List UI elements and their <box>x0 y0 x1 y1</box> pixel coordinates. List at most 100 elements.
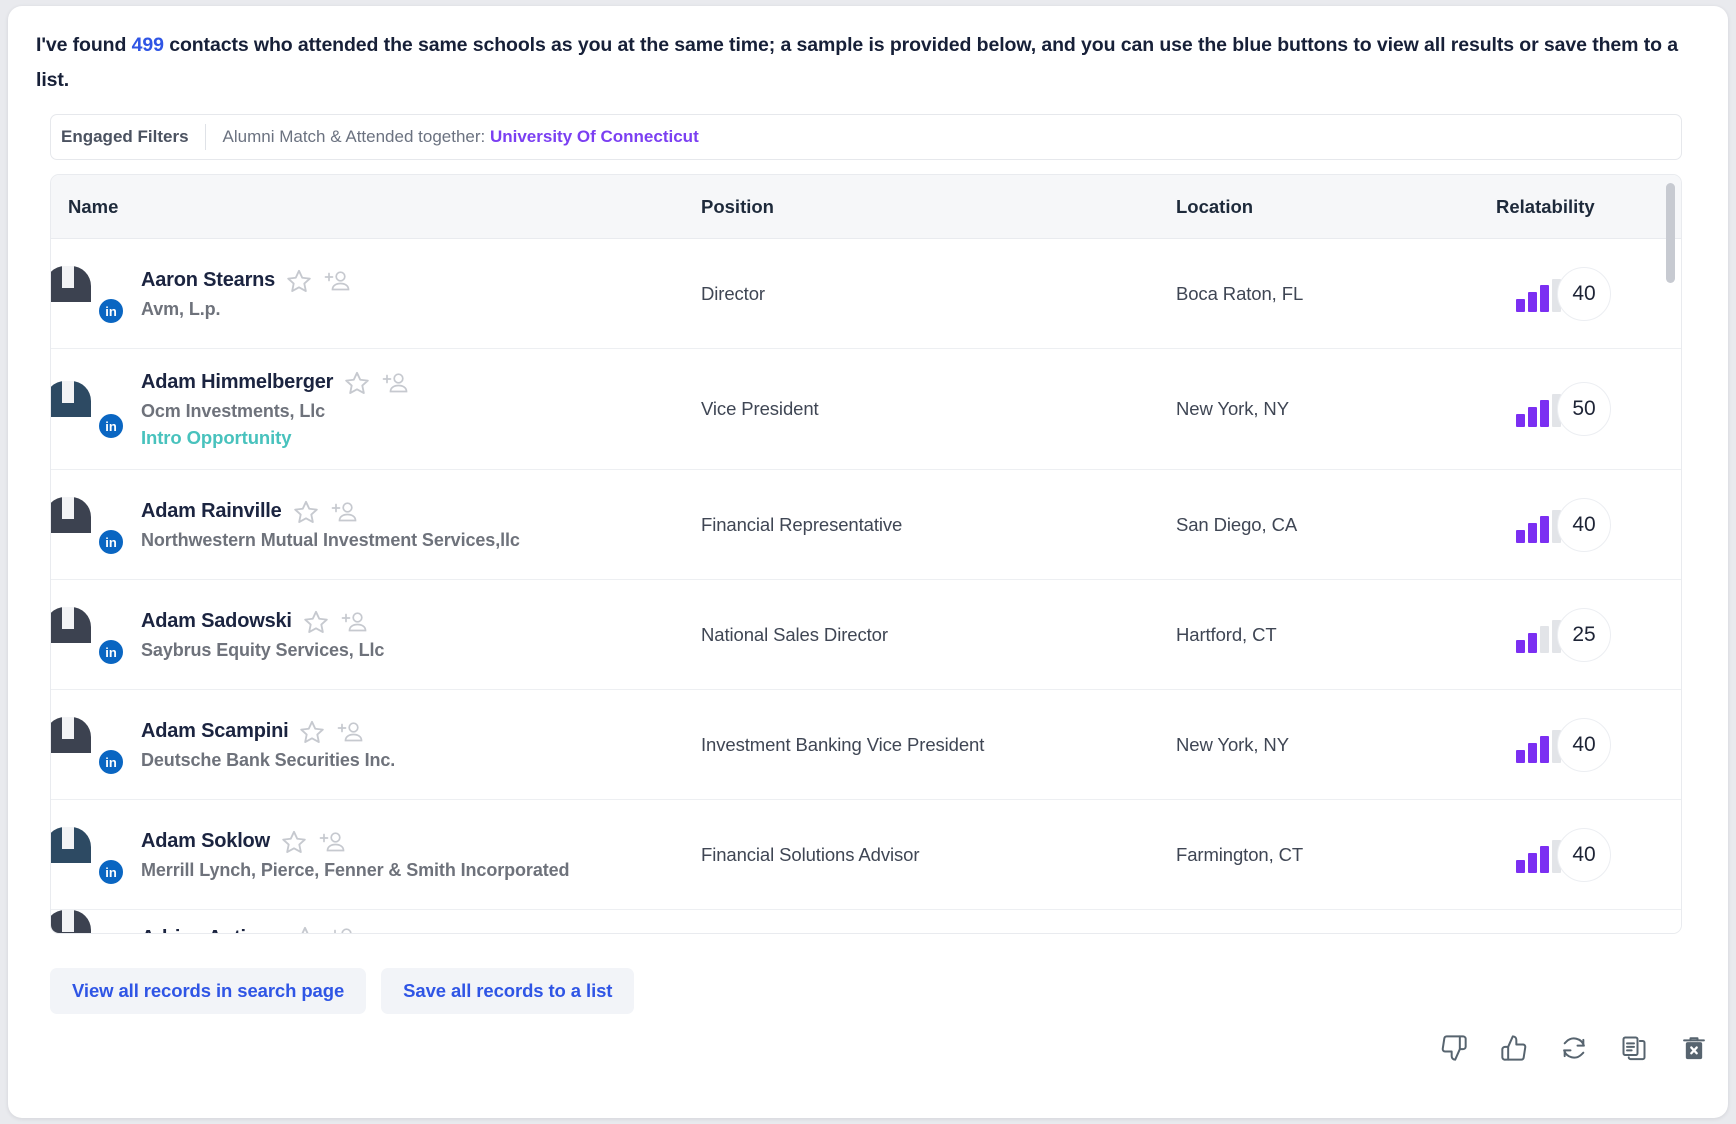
relatability-score: 50 <box>1557 382 1611 436</box>
relatability-bar <box>1516 298 1525 312</box>
relatability-bar <box>1528 632 1537 653</box>
position-cell: Financial Representative <box>701 513 903 535</box>
contact-name[interactable]: Adam Scampini <box>141 720 289 743</box>
table-row[interactable]: in Adam Rainville Northwestern Mutual Inve… <box>51 470 1681 580</box>
table-scrollbar[interactable] <box>1666 183 1675 927</box>
person-info: Adam Rainville Northwestern Mutual Invest… <box>141 499 520 551</box>
person-info: Adrian Antioco <box>141 925 357 934</box>
star-icon[interactable] <box>293 499 319 525</box>
contact-name[interactable]: Adam Sadowski <box>141 610 292 633</box>
column-header-relatability: Relatability <box>1496 195 1595 217</box>
add-person-icon[interactable] <box>330 499 358 525</box>
position-cell: Investment Banking Vice President <box>701 733 985 755</box>
person-name-row: Adam Sadowski <box>141 609 384 635</box>
column-header-name: Name <box>68 195 119 217</box>
relatability-cell: 50 <box>1496 382 1666 436</box>
thumbs-down-icon[interactable] <box>1440 1034 1468 1062</box>
add-person-icon[interactable] <box>336 719 364 745</box>
avatar: in <box>51 496 124 555</box>
person-info: Adam Soklow Merrill Lynch, Pierce, Fenner… <box>141 829 570 881</box>
relatability-bar <box>1540 845 1549 873</box>
relatability-bar <box>1516 639 1525 653</box>
person-name-row: Adam Soklow <box>141 829 569 855</box>
relatability-cell: 40 <box>1496 827 1666 882</box>
linkedin-badge-icon[interactable]: in <box>98 528 124 555</box>
relatability-cell: 40 <box>1496 266 1666 321</box>
add-person-icon[interactable] <box>318 829 346 855</box>
relatability-score: 40 <box>1557 827 1611 882</box>
relatability-cell: 40 <box>1496 497 1666 552</box>
add-person-icon[interactable] <box>323 268 351 294</box>
name-cell: in Adam Rainville Northwestern Mutual Inve… <box>51 496 701 555</box>
filter-school-value[interactable]: University Of Connecticut <box>490 127 699 146</box>
contact-company: Saybrus Equity Services, Llc <box>141 639 385 660</box>
location-cell: Hartford, CT <box>1176 623 1277 645</box>
linkedin-badge-icon[interactable]: in <box>98 297 124 324</box>
contact-company: Northwestern Mutual Investment Services,… <box>141 529 520 550</box>
table-row[interactable]: in Aaron Stearns Avm, L.p. Director Boca Rat… <box>51 239 1681 349</box>
relatability-bar <box>1540 735 1549 763</box>
copy-icon[interactable] <box>1620 1034 1648 1062</box>
contact-company: Merrill Lynch, Pierce, Fenner & Smith In… <box>141 859 570 880</box>
avatar: in <box>51 265 124 324</box>
add-person-icon[interactable] <box>329 925 357 933</box>
star-icon[interactable] <box>344 370 370 396</box>
contact-name[interactable]: Adam Soklow <box>141 830 270 853</box>
linkedin-badge-icon[interactable]: in <box>98 748 124 775</box>
star-icon[interactable] <box>292 925 318 933</box>
relatability-bar <box>1540 625 1549 653</box>
star-icon[interactable] <box>286 268 312 294</box>
linkedin-badge-icon[interactable]: in <box>98 413 124 439</box>
thumbs-up-icon[interactable] <box>1500 1034 1528 1062</box>
position-cell: Vice President <box>701 398 819 419</box>
person-name-row: Adam Rainville <box>141 499 520 525</box>
location-cell: Boca Raton, FL <box>1176 282 1304 304</box>
table-row[interactable]: in Adam Scampini Deutsche Bank Securities … <box>51 690 1681 800</box>
table-row[interactable]: in Adam Himmelberger Ocm Investments, Llc I… <box>51 349 1681 470</box>
star-icon[interactable] <box>299 719 325 745</box>
name-cell: in Adam Scampini Deutsche Bank Securities … <box>51 716 701 775</box>
relatability-cell: 25 <box>1496 607 1666 662</box>
delete-icon[interactable] <box>1680 1034 1708 1062</box>
location-cell: San Diego, CA <box>1176 513 1298 535</box>
contact-name[interactable]: Adrian Antioco <box>141 927 281 934</box>
table-row[interactable]: in Adam Soklow Merrill Lynch, Pierce, Fenn… <box>51 800 1681 910</box>
contact-name[interactable]: Adam Rainville <box>141 500 282 523</box>
avatar: in <box>51 606 124 665</box>
table-row[interactable]: in Adam Sadowski Saybrus Equity Services, … <box>51 580 1681 690</box>
relatability-bar <box>1528 407 1537 427</box>
contact-name[interactable]: Aaron Stearns <box>141 269 275 292</box>
view-all-records-button[interactable]: View all records in search page <box>50 968 367 1014</box>
filter-description-text: Alumni Match & Attended together: <box>222 127 490 146</box>
table-row[interactable]: in Adrian Antioco <box>51 910 1681 934</box>
relatability-bar <box>1516 859 1525 873</box>
position-cell: National Sales Director <box>701 623 888 645</box>
person-name-row: Aaron Stearns <box>141 268 351 294</box>
contact-company: Avm, L.p. <box>141 298 221 319</box>
relatability-score: 40 <box>1557 497 1611 552</box>
relatability-bar <box>1516 414 1525 427</box>
table-header-row: Name Position Location Relatability <box>51 175 1681 239</box>
column-header-position: Position <box>701 195 774 217</box>
results-card: I've found 499 contacts who attended the… <box>8 6 1728 1118</box>
linkedin-badge-icon[interactable]: in <box>98 858 124 885</box>
person-name-row: Adam Scampini <box>141 719 395 745</box>
add-person-icon[interactable] <box>340 609 368 635</box>
relatability-score: 25 <box>1557 607 1611 662</box>
refresh-icon[interactable] <box>1560 1034 1588 1062</box>
relatability-bar <box>1528 522 1537 543</box>
person-info: Aaron Stearns Avm, L.p. <box>141 268 351 320</box>
linkedin-badge-icon[interactable]: in <box>98 638 124 665</box>
avatar: in <box>51 381 124 439</box>
add-person-icon[interactable] <box>381 370 409 396</box>
star-icon[interactable] <box>303 609 329 635</box>
save-all-records-button[interactable]: Save all records to a list <box>381 968 635 1014</box>
scrollbar-thumb[interactable] <box>1666 183 1675 283</box>
contact-company: Ocm Investments, Llc <box>141 400 326 421</box>
person-name-row: Adrian Antioco <box>141 925 357 934</box>
position-cell: Director <box>701 282 765 304</box>
contact-name[interactable]: Adam Himmelberger <box>141 371 333 394</box>
avatar: in <box>51 910 124 933</box>
star-icon[interactable] <box>281 829 307 855</box>
person-info: Adam Sadowski Saybrus Equity Services, Ll… <box>141 609 384 661</box>
